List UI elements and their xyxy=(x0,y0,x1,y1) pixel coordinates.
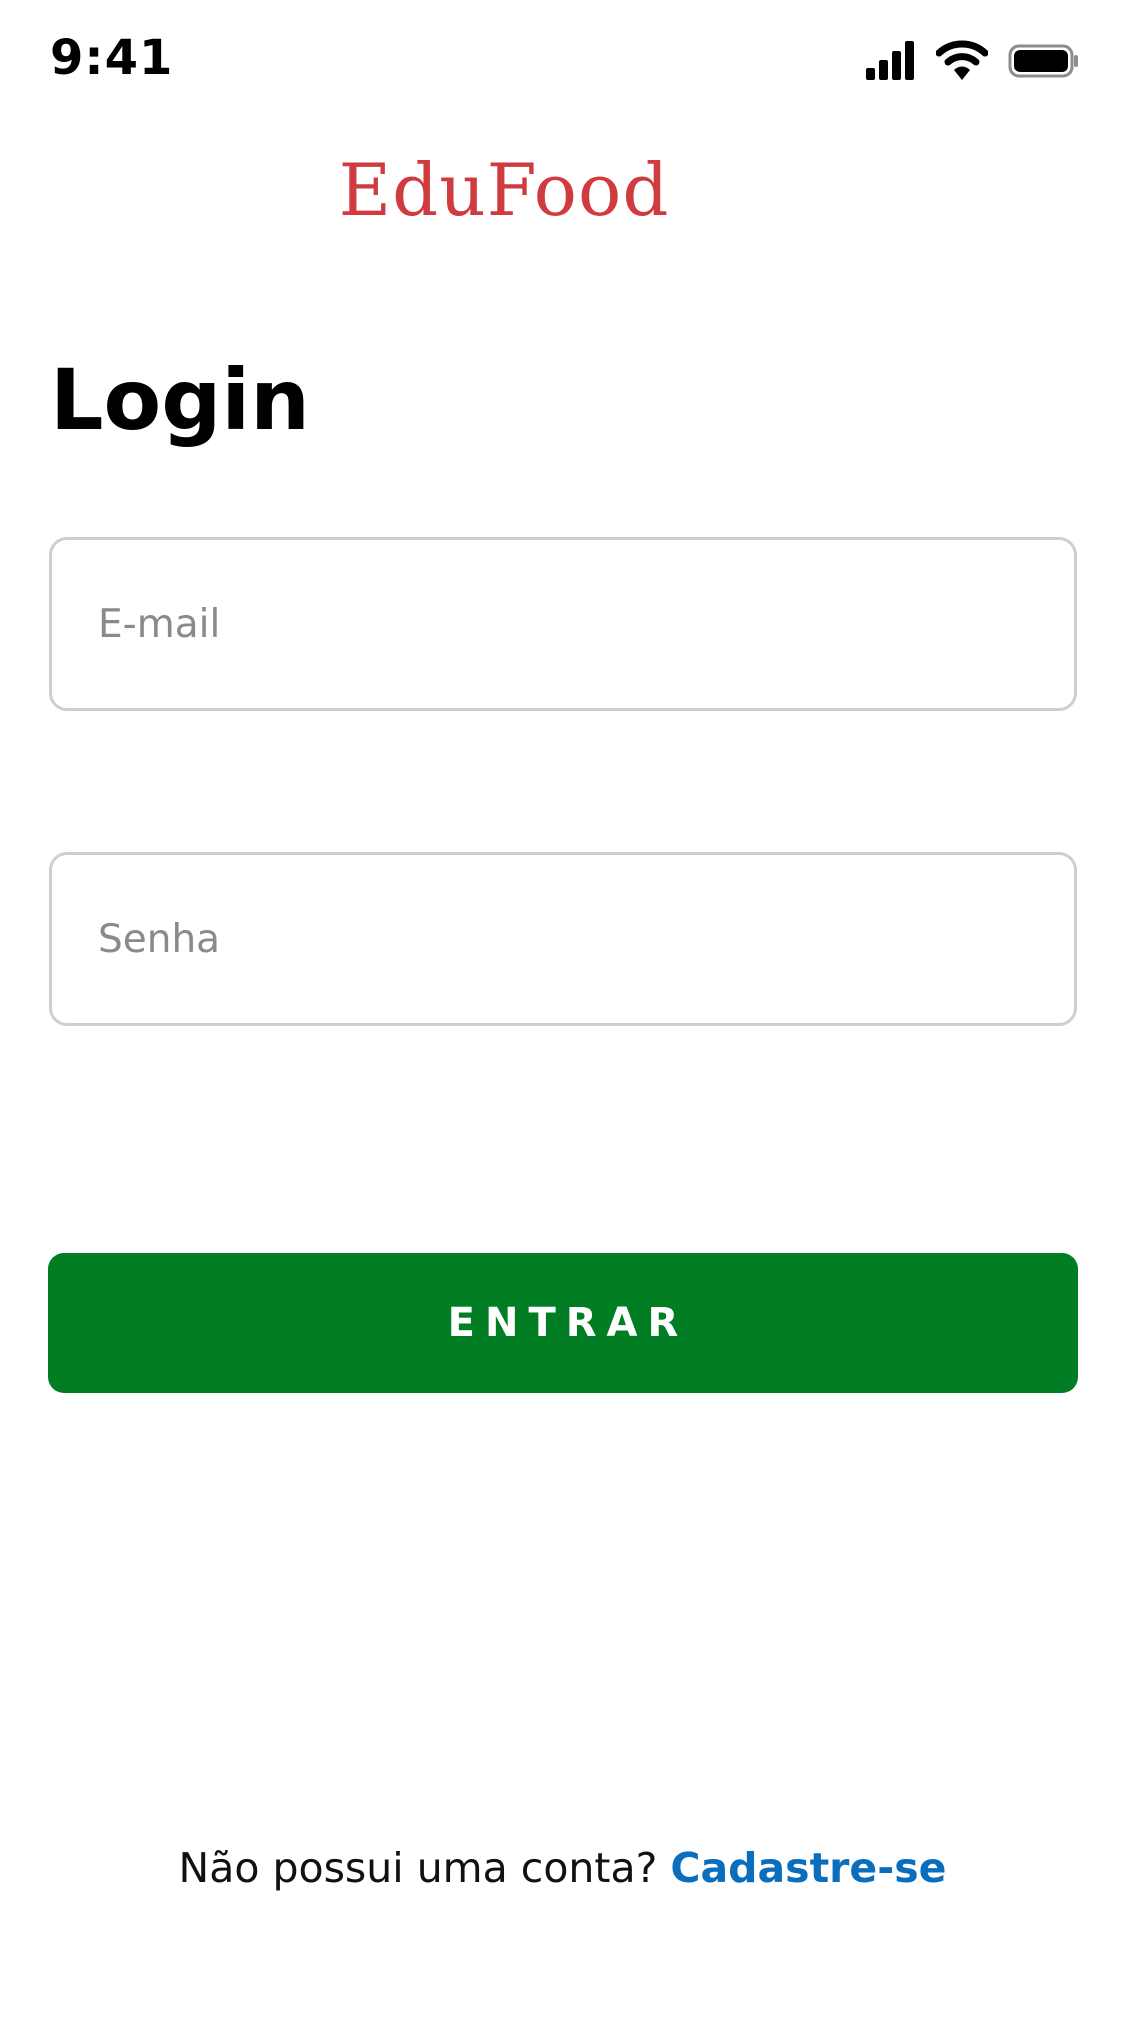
signup-link[interactable]: Cadastre-se xyxy=(670,1844,946,1892)
status-time: 9:41 xyxy=(50,30,174,86)
email-field-container xyxy=(49,537,1077,711)
battery-icon xyxy=(1008,38,1080,82)
email-input[interactable] xyxy=(52,540,1074,708)
wifi-icon xyxy=(935,38,989,82)
login-button[interactable]: ENTRAR xyxy=(48,1253,1078,1393)
password-input[interactable] xyxy=(52,855,1074,1023)
cellular-signal-icon xyxy=(866,38,916,82)
status-bar: 9:41 xyxy=(0,0,1125,120)
signup-prompt-text: Não possui uma conta? xyxy=(178,1844,658,1892)
signup-prompt-line: Não possui uma conta? Cadastre-se xyxy=(0,1838,1125,1898)
app-logo: EduFood xyxy=(338,148,670,232)
page-title: Login xyxy=(50,351,310,449)
status-icons xyxy=(866,38,1080,82)
password-field-container xyxy=(49,852,1077,1026)
